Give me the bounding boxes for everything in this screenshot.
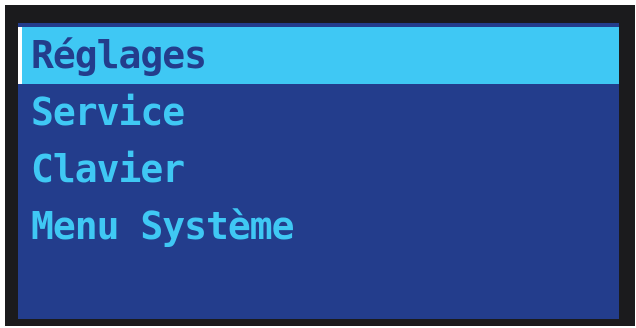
lcd-screen: Réglages Service Clavier Menu Système <box>18 23 619 319</box>
menu-item-menu-systeme[interactable]: Menu Système <box>18 198 619 255</box>
menu-item-reglages[interactable]: Réglages <box>18 27 619 84</box>
settings-menu: Réglages Service Clavier Menu Système <box>18 27 619 255</box>
menu-item-clavier[interactable]: Clavier <box>18 141 619 198</box>
menu-item-service[interactable]: Service <box>18 84 619 141</box>
